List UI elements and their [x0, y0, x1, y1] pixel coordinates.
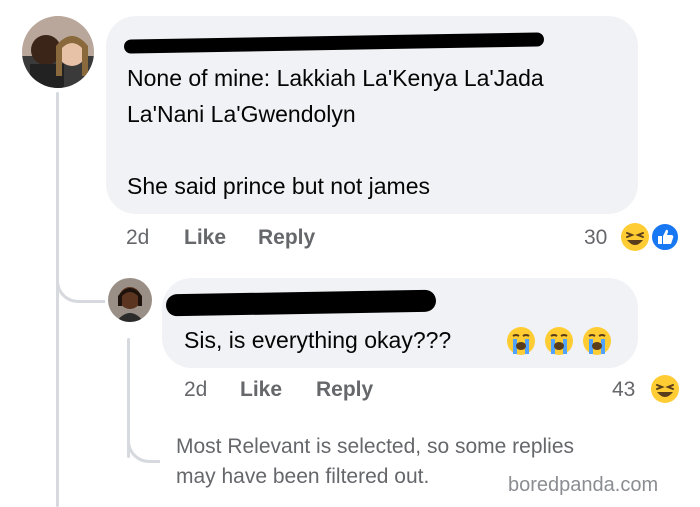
thread-connector [56, 270, 105, 303]
reply-reply-button[interactable]: Reply [316, 378, 373, 402]
thread-line-main [56, 92, 59, 507]
laughing-emoji-icon[interactable] [650, 374, 680, 404]
thumbs-up-like-icon[interactable] [650, 222, 680, 252]
comment-text-line-4: She said prince but not james [127, 173, 431, 199]
thread-connector-notice [127, 430, 160, 463]
like-button[interactable]: Like [184, 226, 226, 250]
commenter-avatar[interactable] [22, 16, 94, 88]
reaction-count[interactable]: 30 [584, 226, 607, 250]
reply-timestamp[interactable]: 2d [184, 378, 207, 402]
crying-emoji-icon [583, 327, 611, 355]
comment-text-line-1: None of mine: Lakkiah La'Kenya La'Jada [127, 65, 544, 91]
comment-timestamp[interactable]: 2d [126, 226, 149, 250]
reply-text: Sis, is everything okay??? [184, 327, 452, 353]
laughing-emoji-icon[interactable] [620, 222, 650, 252]
reply-like-button[interactable]: Like [240, 378, 282, 402]
avatar-photo-icon [108, 278, 152, 322]
watermark: boredpanda.com [508, 474, 659, 496]
filter-notice-line-1[interactable]: Most Relevant is selected, so some repli… [176, 432, 574, 462]
comment-text-line-2: La'Nani La'Gwendolyn [127, 101, 356, 127]
avatar-photo-icon [22, 16, 94, 88]
replier-avatar[interactable] [108, 278, 152, 322]
reply-button[interactable]: Reply [258, 226, 315, 250]
crying-emoji-icon [507, 327, 535, 355]
crying-emoji-icon [545, 327, 573, 355]
redacted-replier-name [165, 289, 437, 317]
filter-notice-line-2[interactable]: may have been filtered out. [176, 462, 429, 492]
reply-reaction-count[interactable]: 43 [612, 378, 635, 402]
